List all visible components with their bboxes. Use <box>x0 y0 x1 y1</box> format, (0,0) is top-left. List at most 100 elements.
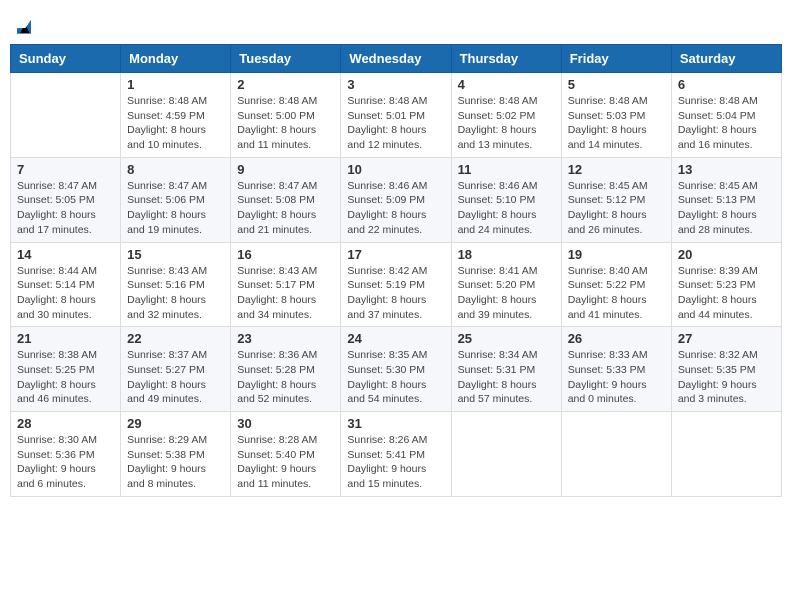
day-number: 14 <box>17 247 114 262</box>
day-cell: 16 Sunrise: 8:43 AM Sunset: 5:17 PM Dayl… <box>231 242 341 327</box>
day-cell: 13 Sunrise: 8:45 AM Sunset: 5:13 PM Dayl… <box>671 157 781 242</box>
day-cell: 26 Sunrise: 8:33 AM Sunset: 5:33 PM Dayl… <box>561 327 671 412</box>
day-number: 10 <box>347 162 444 177</box>
day-cell: 5 Sunrise: 8:48 AM Sunset: 5:03 PM Dayli… <box>561 73 671 158</box>
day-cell: 27 Sunrise: 8:32 AM Sunset: 5:35 PM Dayl… <box>671 327 781 412</box>
day-cell: 8 Sunrise: 8:47 AM Sunset: 5:06 PM Dayli… <box>121 157 231 242</box>
day-number: 1 <box>127 77 224 92</box>
day-info: Sunrise: 8:36 AM Sunset: 5:28 PM Dayligh… <box>237 348 334 407</box>
day-number: 12 <box>568 162 665 177</box>
day-info: Sunrise: 8:29 AM Sunset: 5:38 PM Dayligh… <box>127 433 224 492</box>
day-number: 11 <box>458 162 555 177</box>
week-row-4: 21 Sunrise: 8:38 AM Sunset: 5:25 PM Dayl… <box>11 327 782 412</box>
weekday-header-sunday: Sunday <box>11 45 121 73</box>
weekday-header-thursday: Thursday <box>451 45 561 73</box>
day-number: 13 <box>678 162 775 177</box>
day-info: Sunrise: 8:37 AM Sunset: 5:27 PM Dayligh… <box>127 348 224 407</box>
day-info: Sunrise: 8:35 AM Sunset: 5:30 PM Dayligh… <box>347 348 444 407</box>
day-info: Sunrise: 8:43 AM Sunset: 5:17 PM Dayligh… <box>237 264 334 323</box>
day-info: Sunrise: 8:28 AM Sunset: 5:40 PM Dayligh… <box>237 433 334 492</box>
day-number: 7 <box>17 162 114 177</box>
weekday-header-row: SundayMondayTuesdayWednesdayThursdayFrid… <box>11 45 782 73</box>
day-info: Sunrise: 8:46 AM Sunset: 5:09 PM Dayligh… <box>347 179 444 238</box>
day-info: Sunrise: 8:33 AM Sunset: 5:33 PM Dayligh… <box>568 348 665 407</box>
day-cell <box>561 412 671 497</box>
day-info: Sunrise: 8:48 AM Sunset: 5:04 PM Dayligh… <box>678 94 775 153</box>
day-cell: 30 Sunrise: 8:28 AM Sunset: 5:40 PM Dayl… <box>231 412 341 497</box>
day-cell: 29 Sunrise: 8:29 AM Sunset: 5:38 PM Dayl… <box>121 412 231 497</box>
day-info: Sunrise: 8:47 AM Sunset: 5:05 PM Dayligh… <box>17 179 114 238</box>
day-cell: 23 Sunrise: 8:36 AM Sunset: 5:28 PM Dayl… <box>231 327 341 412</box>
day-cell: 28 Sunrise: 8:30 AM Sunset: 5:36 PM Dayl… <box>11 412 121 497</box>
day-number: 19 <box>568 247 665 262</box>
day-info: Sunrise: 8:44 AM Sunset: 5:14 PM Dayligh… <box>17 264 114 323</box>
day-info: Sunrise: 8:38 AM Sunset: 5:25 PM Dayligh… <box>17 348 114 407</box>
day-info: Sunrise: 8:41 AM Sunset: 5:20 PM Dayligh… <box>458 264 555 323</box>
day-cell: 20 Sunrise: 8:39 AM Sunset: 5:23 PM Dayl… <box>671 242 781 327</box>
day-cell: 1 Sunrise: 8:48 AM Sunset: 4:59 PM Dayli… <box>121 73 231 158</box>
day-cell: 22 Sunrise: 8:37 AM Sunset: 5:27 PM Dayl… <box>121 327 231 412</box>
day-number: 31 <box>347 416 444 431</box>
day-info: Sunrise: 8:48 AM Sunset: 5:03 PM Dayligh… <box>568 94 665 153</box>
day-cell: 11 Sunrise: 8:46 AM Sunset: 5:10 PM Dayl… <box>451 157 561 242</box>
day-cell: 31 Sunrise: 8:26 AM Sunset: 5:41 PM Dayl… <box>341 412 451 497</box>
day-cell: 25 Sunrise: 8:34 AM Sunset: 5:31 PM Dayl… <box>451 327 561 412</box>
day-info: Sunrise: 8:40 AM Sunset: 5:22 PM Dayligh… <box>568 264 665 323</box>
logo-icon: ▲ <box>17 20 31 34</box>
day-info: Sunrise: 8:34 AM Sunset: 5:31 PM Dayligh… <box>458 348 555 407</box>
day-number: 26 <box>568 331 665 346</box>
day-cell: 14 Sunrise: 8:44 AM Sunset: 5:14 PM Dayl… <box>11 242 121 327</box>
day-info: Sunrise: 8:26 AM Sunset: 5:41 PM Dayligh… <box>347 433 444 492</box>
week-row-1: 1 Sunrise: 8:48 AM Sunset: 4:59 PM Dayli… <box>11 73 782 158</box>
day-info: Sunrise: 8:43 AM Sunset: 5:16 PM Dayligh… <box>127 264 224 323</box>
day-info: Sunrise: 8:45 AM Sunset: 5:13 PM Dayligh… <box>678 179 775 238</box>
day-number: 9 <box>237 162 334 177</box>
weekday-header-wednesday: Wednesday <box>341 45 451 73</box>
day-number: 22 <box>127 331 224 346</box>
day-number: 8 <box>127 162 224 177</box>
day-cell <box>11 73 121 158</box>
day-info: Sunrise: 8:48 AM Sunset: 5:01 PM Dayligh… <box>347 94 444 153</box>
week-row-5: 28 Sunrise: 8:30 AM Sunset: 5:36 PM Dayl… <box>11 412 782 497</box>
day-cell: 2 Sunrise: 8:48 AM Sunset: 5:00 PM Dayli… <box>231 73 341 158</box>
day-number: 6 <box>678 77 775 92</box>
day-number: 24 <box>347 331 444 346</box>
day-info: Sunrise: 8:48 AM Sunset: 4:59 PM Dayligh… <box>127 94 224 153</box>
day-number: 5 <box>568 77 665 92</box>
day-number: 25 <box>458 331 555 346</box>
day-info: Sunrise: 8:42 AM Sunset: 5:19 PM Dayligh… <box>347 264 444 323</box>
day-number: 4 <box>458 77 555 92</box>
day-cell: 24 Sunrise: 8:35 AM Sunset: 5:30 PM Dayl… <box>341 327 451 412</box>
day-cell: 7 Sunrise: 8:47 AM Sunset: 5:05 PM Dayli… <box>11 157 121 242</box>
day-number: 2 <box>237 77 334 92</box>
day-cell: 3 Sunrise: 8:48 AM Sunset: 5:01 PM Dayli… <box>341 73 451 158</box>
day-info: Sunrise: 8:48 AM Sunset: 5:02 PM Dayligh… <box>458 94 555 153</box>
logo: ▲ <box>15 15 31 36</box>
day-number: 30 <box>237 416 334 431</box>
day-cell: 18 Sunrise: 8:41 AM Sunset: 5:20 PM Dayl… <box>451 242 561 327</box>
day-number: 17 <box>347 247 444 262</box>
day-cell: 21 Sunrise: 8:38 AM Sunset: 5:25 PM Dayl… <box>11 327 121 412</box>
calendar-table: SundayMondayTuesdayWednesdayThursdayFrid… <box>10 44 782 497</box>
day-info: Sunrise: 8:39 AM Sunset: 5:23 PM Dayligh… <box>678 264 775 323</box>
day-cell: 9 Sunrise: 8:47 AM Sunset: 5:08 PM Dayli… <box>231 157 341 242</box>
day-number: 20 <box>678 247 775 262</box>
day-info: Sunrise: 8:47 AM Sunset: 5:06 PM Dayligh… <box>127 179 224 238</box>
week-row-2: 7 Sunrise: 8:47 AM Sunset: 5:05 PM Dayli… <box>11 157 782 242</box>
day-info: Sunrise: 8:46 AM Sunset: 5:10 PM Dayligh… <box>458 179 555 238</box>
day-number: 21 <box>17 331 114 346</box>
day-cell: 12 Sunrise: 8:45 AM Sunset: 5:12 PM Dayl… <box>561 157 671 242</box>
day-cell: 6 Sunrise: 8:48 AM Sunset: 5:04 PM Dayli… <box>671 73 781 158</box>
day-info: Sunrise: 8:47 AM Sunset: 5:08 PM Dayligh… <box>237 179 334 238</box>
weekday-header-friday: Friday <box>561 45 671 73</box>
day-info: Sunrise: 8:45 AM Sunset: 5:12 PM Dayligh… <box>568 179 665 238</box>
day-cell <box>451 412 561 497</box>
day-number: 23 <box>237 331 334 346</box>
day-number: 16 <box>237 247 334 262</box>
day-cell <box>671 412 781 497</box>
day-cell: 4 Sunrise: 8:48 AM Sunset: 5:02 PM Dayli… <box>451 73 561 158</box>
day-cell: 19 Sunrise: 8:40 AM Sunset: 5:22 PM Dayl… <box>561 242 671 327</box>
day-info: Sunrise: 8:30 AM Sunset: 5:36 PM Dayligh… <box>17 433 114 492</box>
weekday-header-tuesday: Tuesday <box>231 45 341 73</box>
header: ▲ <box>10 10 782 36</box>
